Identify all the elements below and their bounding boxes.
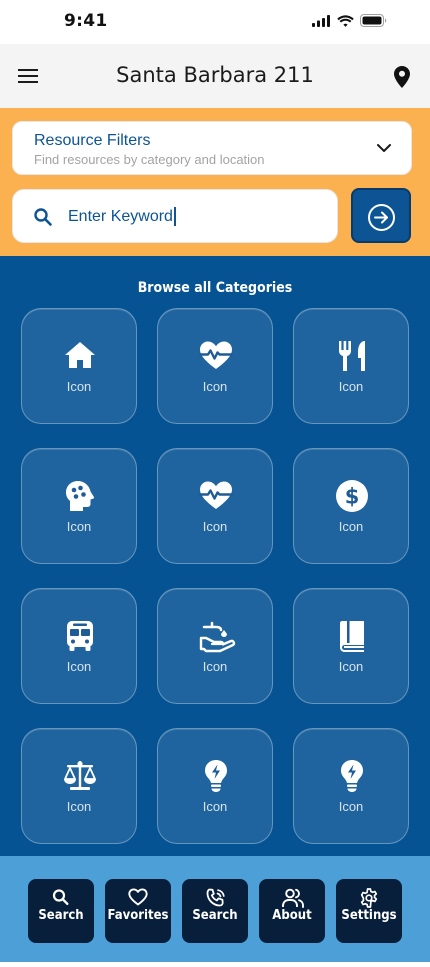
gear-icon xyxy=(360,888,378,908)
category-label: Icon xyxy=(202,659,228,674)
nav-settings-button[interactable]: Settings xyxy=(336,879,402,943)
hand-water-icon xyxy=(199,621,236,653)
filter-title: Resource Filters xyxy=(34,132,151,149)
category-tile-7[interactable]: Icon xyxy=(21,588,137,704)
scale-icon xyxy=(64,761,96,790)
bus-icon xyxy=(67,621,93,651)
home-indicator-bar xyxy=(0,962,430,967)
nav-label: Search xyxy=(38,908,84,923)
nav-label: Search xyxy=(192,908,238,923)
wifi-icon xyxy=(337,14,354,27)
category-label: Icon xyxy=(338,799,364,814)
nav-about-button[interactable]: About xyxy=(259,879,325,943)
filter-subtitle: Find resources by category and location xyxy=(34,152,265,167)
head-brain-icon xyxy=(66,481,95,511)
search-area: Resource Filters Find resources by categ… xyxy=(0,108,430,256)
category-tile-1[interactable]: Icon xyxy=(21,308,137,424)
search-icon xyxy=(34,208,52,226)
heart-pulse-icon xyxy=(199,481,233,509)
utensils-icon xyxy=(339,341,365,371)
nav-search-button[interactable]: Search xyxy=(28,879,94,943)
category-label: Icon xyxy=(338,659,364,674)
category-tile-10[interactable]: Icon xyxy=(21,728,137,844)
category-tile-4[interactable]: Icon xyxy=(21,448,137,564)
page-title: Santa Barbara 211 xyxy=(116,63,314,87)
text-caret xyxy=(174,207,176,226)
home-icon xyxy=(65,342,95,368)
app-header: Santa Barbara 211 xyxy=(0,44,430,108)
categories-section: Browse all Categories Icon Icon Icon Ico… xyxy=(0,256,430,856)
lightbulb-icon xyxy=(205,760,227,792)
keyword-input[interactable] xyxy=(68,204,318,230)
category-tile-8[interactable]: Icon xyxy=(157,588,273,704)
dollar-icon: $ xyxy=(336,480,368,512)
keyword-search-box[interactable] xyxy=(12,189,338,243)
bottom-nav: Search Favorites Search About Settings xyxy=(0,856,430,967)
category-tile-6[interactable]: $ Icon xyxy=(293,448,409,564)
svg-text:$: $ xyxy=(345,485,360,509)
book-icon xyxy=(340,621,364,652)
heart-pulse-icon xyxy=(199,341,233,369)
nav-favorites-button[interactable]: Favorites xyxy=(105,879,171,943)
category-tile-9[interactable]: Icon xyxy=(293,588,409,704)
category-tile-11[interactable]: Icon xyxy=(157,728,273,844)
category-tile-2[interactable]: Icon xyxy=(157,308,273,424)
resource-filters-dropdown[interactable]: Resource Filters Find resources by categ… xyxy=(12,121,412,175)
lightbulb-bolt-icon xyxy=(341,760,363,792)
nav-label: About xyxy=(272,908,312,923)
category-label: Icon xyxy=(66,379,92,394)
arrow-right-circle-icon xyxy=(368,204,395,231)
status-bar: 9:41 xyxy=(0,0,430,44)
category-label: Icon xyxy=(202,519,228,534)
signal-icon xyxy=(312,14,330,27)
nav-label: Settings xyxy=(341,908,397,923)
category-tile-5[interactable]: Icon xyxy=(157,448,273,564)
location-pin-icon[interactable] xyxy=(394,66,410,88)
category-label: Icon xyxy=(338,379,364,394)
go-button[interactable] xyxy=(351,188,411,243)
nav-label: Favorites xyxy=(107,908,169,923)
heart-outline-icon xyxy=(128,888,148,906)
battery-icon xyxy=(360,14,387,27)
search-icon xyxy=(52,889,69,905)
category-label: Icon xyxy=(66,519,92,534)
phone-call-icon xyxy=(206,888,225,907)
category-label: Icon xyxy=(202,799,228,814)
category-label: Icon xyxy=(338,519,364,534)
category-tile-12[interactable]: Icon xyxy=(293,728,409,844)
category-label: Icon xyxy=(202,379,228,394)
status-time: 9:41 xyxy=(64,11,108,31)
status-icons xyxy=(312,14,387,27)
category-label: Icon xyxy=(66,799,92,814)
category-label: Icon xyxy=(66,659,92,674)
category-tile-3[interactable]: Icon xyxy=(293,308,409,424)
categories-title: Browse all Categories xyxy=(137,280,293,296)
nav-call-button[interactable]: Search xyxy=(182,879,248,943)
users-icon xyxy=(282,888,304,908)
chevron-down-icon xyxy=(377,144,391,152)
